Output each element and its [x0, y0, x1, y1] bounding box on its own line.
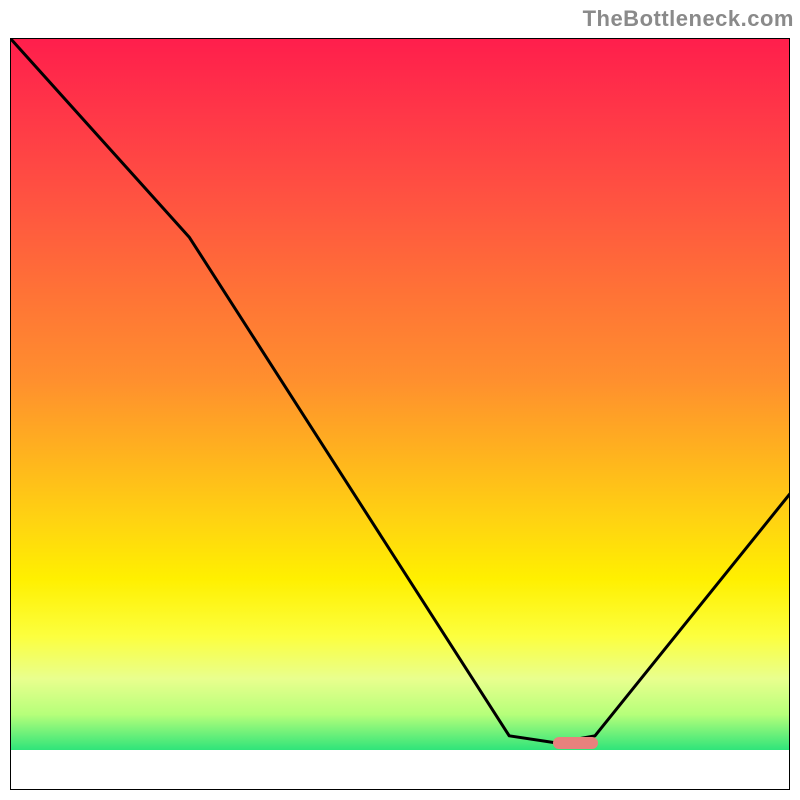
attribution-label: TheBottleneck.com — [583, 6, 794, 32]
chart-border — [10, 38, 790, 790]
chart-frame — [10, 38, 790, 790]
